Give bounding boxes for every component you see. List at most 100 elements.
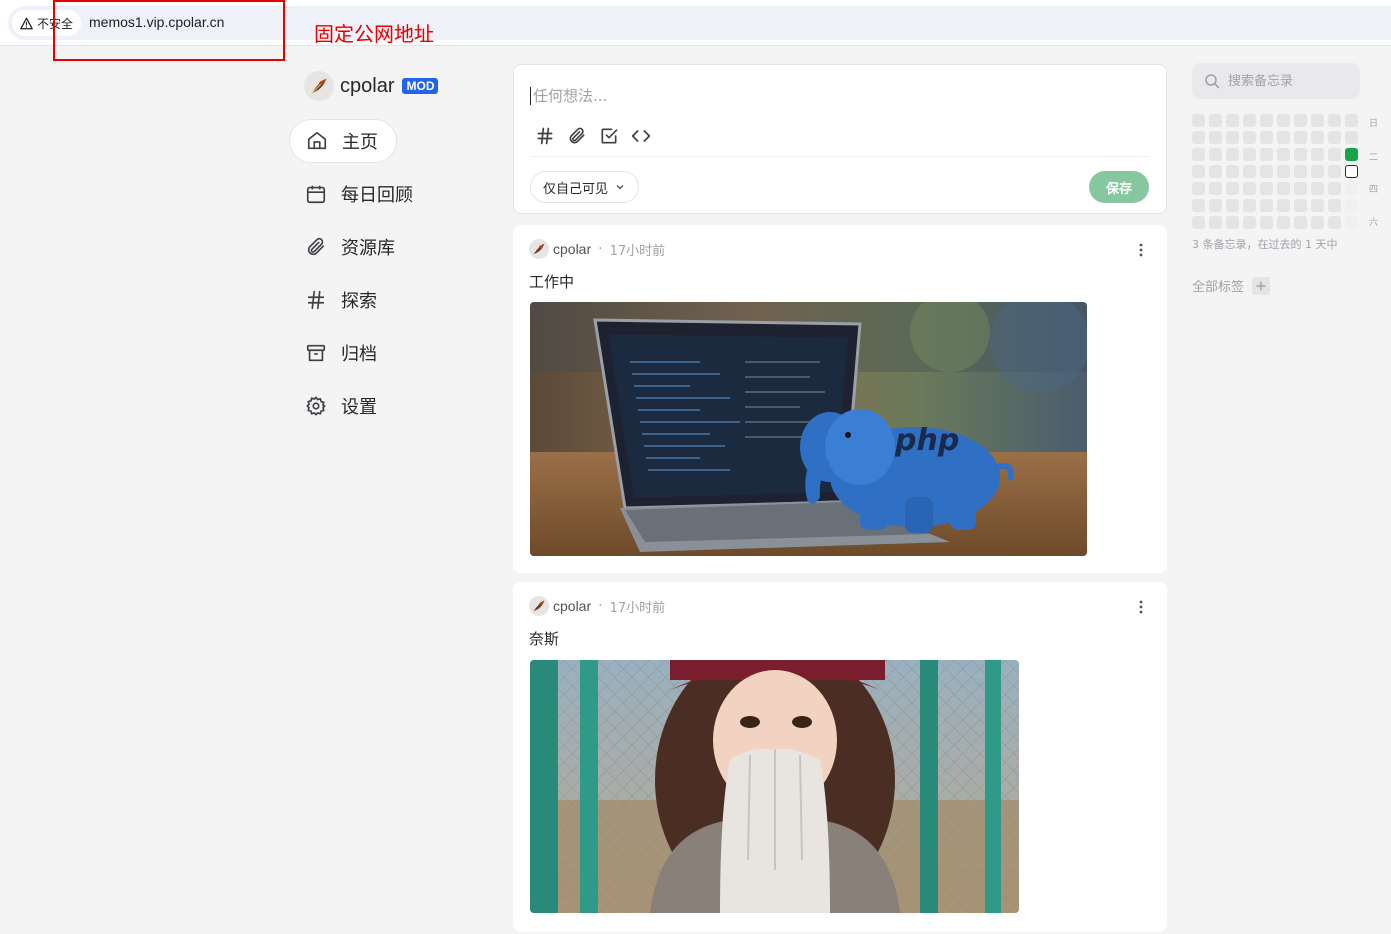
heatmap-cell[interactable] [1243,114,1256,127]
heatmap-cell[interactable] [1328,114,1341,127]
nav-item-resources[interactable]: 资源库 [289,225,397,269]
heatmap-cell[interactable] [1260,216,1273,229]
search-box[interactable] [1192,63,1360,99]
heatmap-cell[interactable] [1243,182,1256,195]
heatmap-cell[interactable] [1277,182,1290,195]
memo-input[interactable] [530,87,1130,105]
heatmap-cell[interactable] [1192,165,1205,178]
nav-item-archive[interactable]: 归档 [289,331,397,375]
heatmap-cell[interactable] [1345,131,1358,144]
heatmap-cell[interactable] [1294,199,1307,212]
heatmap-cell[interactable] [1260,114,1273,127]
visibility-label: 仅自己可见 [543,181,609,197]
heatmap-cell[interactable] [1277,165,1290,178]
brand[interactable]: cpolar MOD [304,71,439,101]
heatmap-cell[interactable] [1328,182,1341,195]
memo-author[interactable]: cpolar [553,598,591,614]
heatmap-cell[interactable] [1294,165,1307,178]
nav-item-home[interactable]: 主页 [289,119,397,163]
heatmap-cell[interactable] [1226,165,1239,178]
nav-item-daily-review[interactable]: 每日回顾 [289,172,413,216]
heatmap-cell[interactable] [1226,114,1239,127]
heatmap-cell[interactable] [1277,216,1290,229]
weekday-label: 四 [1369,185,1379,195]
checkbox-button[interactable] [598,125,620,147]
code-button[interactable] [630,125,652,147]
heatmap-cell[interactable] [1243,165,1256,178]
attach-button[interactable] [566,125,588,147]
heatmap-cell[interactable] [1260,165,1273,178]
heatmap-cell[interactable] [1209,148,1222,161]
heatmap-cell[interactable] [1260,131,1273,144]
avatar [529,596,549,616]
heatmap-cell[interactable] [1243,148,1256,161]
heatmap-cell[interactable] [1345,148,1358,161]
heatmap-cell[interactable] [1345,114,1358,127]
heatmap-cell[interactable] [1294,216,1307,229]
save-button[interactable]: 保存 [1089,171,1149,203]
heatmap-cell[interactable] [1209,131,1222,144]
nav-item-settings[interactable]: 设置 [289,384,397,428]
heatmap-cell[interactable] [1260,148,1273,161]
add-tag-button[interactable] [1252,276,1271,295]
memo-image-laptop[interactable]: php [530,302,1087,556]
heatmap-cell[interactable] [1294,114,1307,127]
search-input[interactable] [1228,73,1348,89]
heatmap-cell[interactable] [1226,182,1239,195]
heatmap-cell[interactable] [1192,216,1205,229]
heatmap-cell[interactable] [1209,114,1222,127]
memo-time[interactable]: 17小时前 [610,240,666,259]
heatmap-cell[interactable] [1226,131,1239,144]
heatmap-cell[interactable] [1260,199,1273,212]
heatmap-cell[interactable] [1192,131,1205,144]
heatmap-cell[interactable] [1294,131,1307,144]
heatmap-cell[interactable] [1311,165,1324,178]
heatmap-cell[interactable] [1243,216,1256,229]
heatmap-cell[interactable] [1294,182,1307,195]
heatmap-cell[interactable] [1243,199,1256,212]
heatmap-cell[interactable] [1345,199,1358,212]
heatmap-cell[interactable] [1260,182,1273,195]
heatmap-cell[interactable] [1311,182,1324,195]
heatmap-cell[interactable] [1277,148,1290,161]
memo-time[interactable]: 17小时前 [610,597,666,616]
nav-label: 探索 [341,291,377,312]
memo-author[interactable]: cpolar [553,241,591,257]
heatmap-cell[interactable] [1294,148,1307,161]
more-vertical-icon[interactable] [1135,241,1147,259]
heatmap-cell[interactable] [1277,114,1290,127]
editor-divider [530,156,1150,157]
heatmap-cell[interactable] [1311,114,1324,127]
heatmap-cell[interactable] [1311,148,1324,161]
heatmap-cell[interactable] [1192,114,1205,127]
heatmap-cell[interactable] [1192,148,1205,161]
heatmap-cell[interactable] [1226,199,1239,212]
heatmap-cell[interactable] [1345,216,1358,229]
heatmap-cell[interactable] [1345,165,1358,178]
heatmap-cell[interactable] [1328,148,1341,161]
heatmap-cell[interactable] [1226,148,1239,161]
heatmap-cell[interactable] [1328,131,1341,144]
heatmap-cell[interactable] [1311,199,1324,212]
visibility-select[interactable]: 仅自己可见 [530,171,640,203]
heatmap-cell[interactable] [1328,216,1341,229]
heatmap-cell[interactable] [1328,199,1341,212]
memo-image-portrait[interactable] [530,660,1019,913]
heatmap-cell[interactable] [1243,131,1256,144]
heatmap-cell[interactable] [1209,165,1222,178]
heatmap-cell[interactable] [1209,199,1222,212]
heatmap-cell[interactable] [1209,182,1222,195]
heatmap-cell[interactable] [1226,216,1239,229]
heatmap-cell[interactable] [1311,131,1324,144]
heatmap-cell[interactable] [1311,216,1324,229]
tag-button[interactable] [534,125,556,147]
heatmap-cell[interactable] [1192,182,1205,195]
heatmap-cell[interactable] [1209,216,1222,229]
heatmap-cell[interactable] [1345,182,1358,195]
heatmap-cell[interactable] [1277,131,1290,144]
heatmap-cell[interactable] [1328,165,1341,178]
more-vertical-icon[interactable] [1135,598,1147,616]
heatmap-cell[interactable] [1277,199,1290,212]
heatmap-cell[interactable] [1192,199,1205,212]
nav-item-explore[interactable]: 探索 [289,278,397,322]
